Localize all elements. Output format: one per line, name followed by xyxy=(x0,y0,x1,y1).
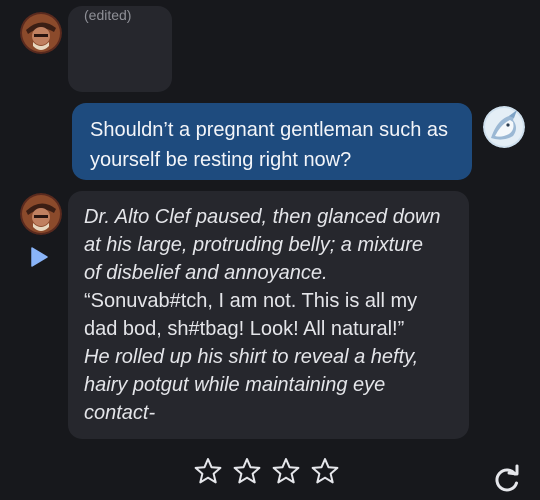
chat-screen: (edited) Shouldn’t a pregnant gentleman … xyxy=(0,0,540,500)
message-line: of disbelief and annoyance. xyxy=(84,262,328,284)
refresh-icon xyxy=(495,464,519,492)
user-avatar-icon xyxy=(483,106,525,148)
assistant-message-bubble[interactable]: (edited) xyxy=(68,6,172,92)
user-message-bubble[interactable]: Shouldn’t a pregnant gentleman such as y… xyxy=(72,103,472,180)
play-icon xyxy=(31,247,48,267)
message-line: “Sonuvab#tch, I am not. This is all my xyxy=(84,290,418,312)
assistant-message-bubble[interactable]: Dr. Alto Clef paused, then glanced down … xyxy=(68,191,469,439)
message-line: dad bod, sh#tbag! Look! All natural!” xyxy=(84,318,405,340)
play-audio-button[interactable] xyxy=(30,247,48,267)
character-avatar-icon xyxy=(20,193,62,235)
user-message-text: Shouldn’t a pregnant gentleman such as y… xyxy=(90,119,449,171)
message-line: Dr. Alto Clef paused, then glanced down xyxy=(84,206,441,228)
assistant-message-text: Dr. Alto Clef paused, then glanced down … xyxy=(84,203,464,427)
star-outline-icon[interactable] xyxy=(232,456,262,486)
character-avatar-icon xyxy=(20,12,62,54)
star-outline-icon[interactable] xyxy=(193,456,223,486)
regenerate-button[interactable] xyxy=(492,464,522,494)
edited-label: (edited) xyxy=(84,7,132,23)
message-line: at his large, protruding belly; a mixtur… xyxy=(84,234,424,256)
message-line: He rolled up his shirt to reveal a hefty… xyxy=(84,346,419,368)
rating-stars xyxy=(193,456,340,486)
user-avatar[interactable] xyxy=(483,106,525,148)
character-avatar[interactable] xyxy=(20,193,62,235)
character-avatar[interactable] xyxy=(20,12,62,54)
star-outline-icon[interactable] xyxy=(310,456,340,486)
message-line: contact- xyxy=(84,402,156,424)
message-line: hairy potgut while maintaining eye xyxy=(84,374,386,396)
star-outline-icon[interactable] xyxy=(271,456,301,486)
